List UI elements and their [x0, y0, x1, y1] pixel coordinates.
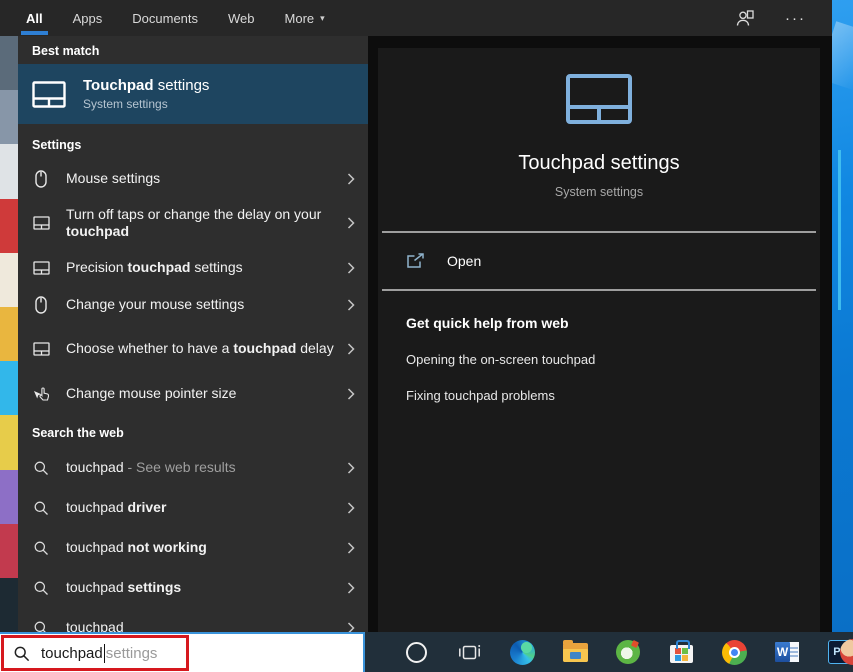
search-icon	[32, 500, 50, 516]
cortana-icon[interactable]	[403, 639, 429, 665]
preview-subtitle: System settings	[555, 185, 643, 199]
search-results-panel: Best match Touchpad settings System sett…	[18, 36, 368, 632]
edge-icon[interactable]	[509, 639, 535, 665]
preview-panel: Touchpad settings System settings Open G…	[368, 36, 832, 632]
text-caret	[104, 644, 105, 663]
touchpad-icon	[32, 216, 50, 230]
desktop-wallpaper	[832, 0, 853, 632]
hand-pointer-icon	[32, 386, 50, 402]
tab-all[interactable]: All	[26, 0, 43, 36]
microsoft-store-icon[interactable]	[668, 639, 694, 665]
taskbar: touchpad settings W	[0, 632, 853, 672]
search-input[interactable]: touchpad settings	[41, 644, 157, 663]
search-icon	[32, 460, 50, 476]
mouse-icon	[32, 170, 50, 188]
web-result-see-web-results[interactable]: touchpad - See web results	[18, 448, 368, 488]
tab-more[interactable]: More ▾	[285, 0, 325, 36]
settings-item-change-mouse-settings[interactable]: Change your mouse settings	[18, 286, 368, 323]
chevron-right-icon	[347, 299, 356, 311]
best-match-result[interactable]: Touchpad settings System settings	[18, 64, 368, 124]
help-link-fixing-problems[interactable]: Fixing touchpad problems	[406, 388, 820, 403]
search-suggestion-text: settings	[106, 645, 158, 662]
settings-item-turn-off-taps[interactable]: Turn off taps or change the delay on you…	[18, 197, 368, 249]
desktop-icons-strip	[0, 36, 18, 632]
search-tab-bar: All Apps Documents Web More ▾ ···	[0, 0, 832, 36]
open-label: Open	[447, 253, 481, 269]
best-match-title: Touchpad settings	[83, 77, 209, 94]
chevron-right-icon	[347, 388, 356, 400]
chevron-right-icon	[347, 462, 356, 474]
settings-item-pointer-size[interactable]: Change mouse pointer size	[18, 375, 368, 412]
settings-section-header: Settings	[18, 124, 368, 160]
chevron-right-icon	[347, 343, 356, 355]
task-view-icon[interactable]	[456, 639, 482, 665]
word-icon[interactable]: W	[774, 639, 800, 665]
chevron-right-icon	[347, 262, 356, 274]
open-action[interactable]: Open	[378, 233, 820, 289]
touchpad-icon	[32, 261, 50, 275]
search-typed-text: touchpad	[41, 645, 103, 662]
web-section-header: Search the web	[18, 412, 368, 448]
web-result-touchpad-driver[interactable]: touchpad driver	[18, 488, 368, 528]
file-explorer-icon[interactable]	[562, 639, 588, 665]
touchpad-icon	[32, 80, 66, 108]
chrome-icon[interactable]	[721, 639, 747, 665]
chevron-right-icon	[347, 173, 356, 185]
chevron-right-icon	[347, 502, 356, 514]
chevron-right-icon	[347, 542, 356, 554]
tab-web[interactable]: Web	[228, 0, 255, 36]
open-icon	[406, 253, 425, 269]
more-options-icon[interactable]: ···	[785, 10, 806, 27]
settings-item-mouse-settings[interactable]: Mouse settings	[18, 160, 368, 197]
search-icon	[13, 645, 30, 662]
search-icon	[32, 540, 50, 556]
chevron-right-icon	[347, 622, 356, 632]
taskbar-search-box[interactable]: touchpad settings	[0, 632, 365, 672]
web-result-touchpad-not-working[interactable]: touchpad not working	[18, 528, 368, 568]
touchpad-icon-large	[566, 74, 632, 124]
help-link-onscreen-touchpad[interactable]: Opening the on-screen touchpad	[406, 352, 820, 367]
search-icon	[32, 580, 50, 596]
account-icon[interactable]	[735, 9, 755, 27]
settings-item-precision-touchpad[interactable]: Precision touchpad settings	[18, 249, 368, 286]
touchpad-icon	[32, 342, 50, 356]
best-match-header: Best match	[18, 36, 368, 64]
web-result-clipped[interactable]: touchpad	[18, 608, 368, 632]
best-match-subtitle: System settings	[83, 97, 209, 111]
tab-documents[interactable]: Documents	[132, 0, 198, 36]
chevron-down-icon: ▾	[320, 13, 325, 24]
preview-title: Touchpad settings	[518, 152, 679, 175]
web-result-touchpad-settings[interactable]: touchpad settings	[18, 568, 368, 608]
green-disc-app-icon[interactable]	[615, 639, 641, 665]
chevron-right-icon	[347, 217, 356, 229]
windows-search-screen: All Apps Documents Web More ▾ ··· Best m…	[0, 0, 853, 672]
search-icon	[32, 620, 50, 632]
mouse-icon	[32, 296, 50, 314]
tab-apps[interactable]: Apps	[73, 0, 103, 36]
settings-item-touchpad-delay[interactable]: Choose whether to have a touchpad delay	[18, 323, 368, 375]
chevron-right-icon	[347, 582, 356, 594]
help-header: Get quick help from web	[406, 315, 820, 331]
